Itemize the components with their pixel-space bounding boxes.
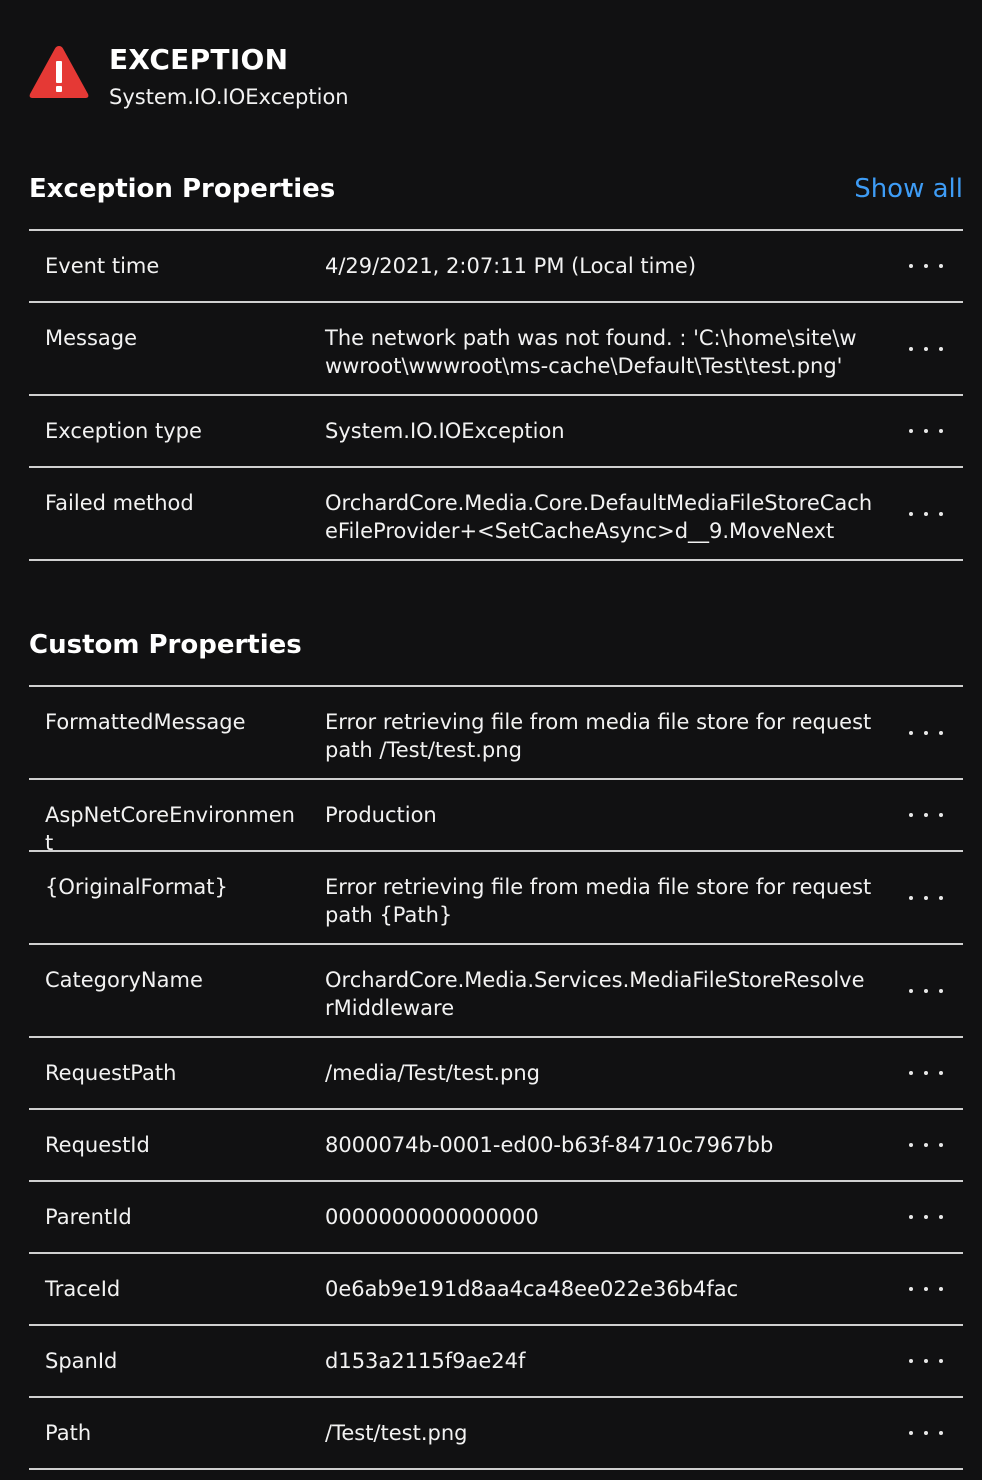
custom-properties-table: FormattedMessage Error retrieving file fr…: [29, 685, 963, 1468]
exception-type-subtitle: System.IO.IOException: [109, 85, 349, 109]
property-row: Failed method OrchardCore.Media.Core.Defa…: [29, 466, 963, 559]
more-options-icon[interactable]: [909, 1419, 943, 1447]
property-row: RequestPath/media/Test/test.png: [29, 1036, 963, 1108]
property-value: 0e6ab9e191d8aa4ca48ee022e36b4fac: [325, 1277, 739, 1301]
section-title: Custom Properties: [29, 630, 302, 660]
property-value: OrchardCore.Media.Services.MediaFileStor…: [325, 968, 865, 1020]
more-options-icon[interactable]: [909, 1131, 943, 1159]
more-options-icon[interactable]: [909, 252, 943, 280]
property-row: Path/Test/test.png: [29, 1396, 963, 1468]
custom-properties-section: Custom Properties FormattedMessage Error …: [29, 627, 963, 1470]
more-options-icon[interactable]: [909, 335, 943, 363]
more-options-icon[interactable]: [909, 801, 943, 829]
property-value: Error retrieving file from media file st…: [325, 875, 872, 927]
property-value: /media/Test/test.png: [325, 1061, 540, 1085]
property-row: Message The network path was not found. :…: [29, 301, 963, 394]
property-value: 8000074b-0001-ed00-b63f-84710c7967bb: [325, 1133, 774, 1157]
property-row: CategoryName OrchardCore.Media.Services.M…: [29, 943, 963, 1036]
property-value: Error retrieving file from media file st…: [325, 710, 872, 762]
property-key: TraceId: [45, 1277, 121, 1301]
property-value: System.IO.IOException: [325, 419, 565, 443]
property-value: 0000000000000000: [325, 1205, 539, 1229]
property-row: {OriginalFormat} Error retrieving file fr…: [29, 850, 963, 943]
more-options-icon[interactable]: [909, 1347, 943, 1375]
property-value: /Test/test.png: [325, 1421, 468, 1445]
more-options-icon[interactable]: [909, 500, 943, 528]
property-key: Exception type: [45, 419, 202, 443]
property-key: RequestId: [45, 1133, 150, 1157]
more-options-icon[interactable]: [909, 1275, 943, 1303]
property-value: OrchardCore.Media.Core.DefaultMediaFileS…: [325, 491, 873, 543]
section-title: Exception Properties: [29, 174, 336, 204]
property-key: Event time: [45, 254, 160, 278]
property-key: FormattedMessage: [45, 710, 246, 734]
property-key: Message: [45, 326, 138, 350]
property-key: {OriginalFormat}: [45, 875, 228, 899]
property-row: Event time 4/29/2021, 2:07:11 PM (Local t…: [29, 229, 963, 301]
property-value: The network path was not found. : 'C:\ho…: [325, 326, 857, 378]
show-all-link[interactable]: Show all: [854, 171, 963, 207]
property-row: RequestId 8000074b-0001-ed00-b63f-84710c7…: [29, 1108, 963, 1180]
property-row: SpanId d153a2115f9ae24f: [29, 1324, 963, 1396]
property-value: 4/29/2021, 2:07:11 PM (Local time): [325, 254, 697, 278]
more-options-icon[interactable]: [909, 884, 943, 912]
exception-properties-table: Event time 4/29/2021, 2:07:11 PM (Local t…: [29, 229, 963, 559]
exception-title: EXCEPTION: [109, 43, 289, 76]
exception-header: EXCEPTION System.IO.IOException: [28, 42, 958, 122]
more-options-icon[interactable]: [909, 417, 943, 445]
property-key: Path: [45, 1421, 92, 1445]
property-key: CategoryName: [45, 968, 203, 992]
property-row: TraceId 0e6ab9e191d8aa4ca48ee022e36b4fac: [29, 1252, 963, 1324]
property-key: SpanId: [45, 1349, 118, 1373]
table-divider: [29, 559, 963, 561]
warning-triangle-icon: [29, 46, 89, 98]
property-key: Failed method: [45, 491, 194, 515]
more-options-icon[interactable]: [909, 719, 943, 747]
more-options-icon[interactable]: [909, 1059, 943, 1087]
property-key: RequestPath: [45, 1061, 177, 1085]
more-options-icon[interactable]: [909, 1203, 943, 1231]
exception-properties-section: Exception Properties Show all Event time…: [29, 171, 963, 561]
property-row: ParentId 0000000000000000: [29, 1180, 963, 1252]
property-value: Production: [325, 803, 437, 827]
property-row: AspNetCoreEnvironment Production: [29, 778, 963, 855]
property-row: Exception type System.IO.IOException: [29, 394, 963, 466]
more-options-icon[interactable]: [909, 977, 943, 1005]
property-key: AspNetCoreEnvironment: [45, 803, 295, 855]
table-divider: [29, 1468, 963, 1470]
property-value: d153a2115f9ae24f: [325, 1349, 526, 1373]
property-row: FormattedMessage Error retrieving file fr…: [29, 685, 963, 778]
property-key: ParentId: [45, 1205, 132, 1229]
